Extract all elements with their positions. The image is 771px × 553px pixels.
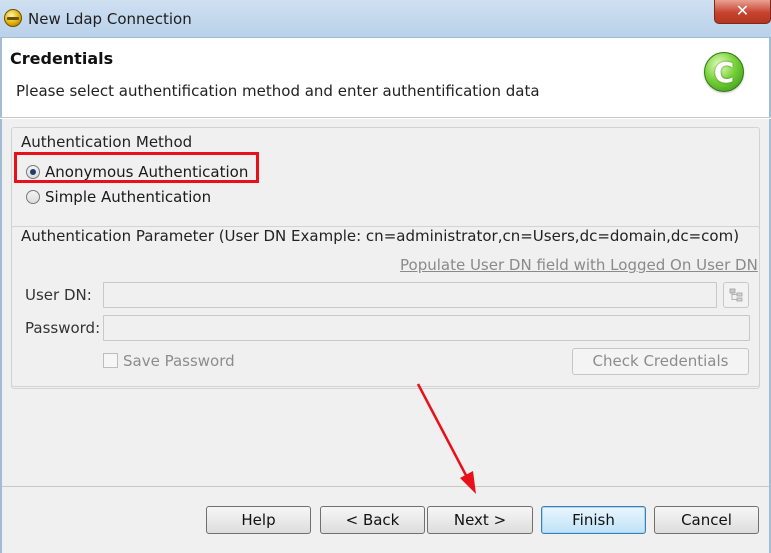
tree-browse-icon (729, 288, 743, 302)
password-field[interactable] (103, 315, 750, 341)
page-description: Please select authentification method an… (16, 82, 540, 100)
help-button[interactable]: Help (206, 506, 311, 534)
simple-auth-radio[interactable] (26, 190, 40, 204)
check-credentials-button[interactable]: Check Credentials (572, 348, 749, 375)
header-divider (0, 117, 771, 119)
user-dn-label: User DN: (25, 286, 92, 304)
close-button[interactable]: ✕ (714, 0, 771, 24)
credentials-logo-icon: C (704, 52, 744, 92)
logo-letter: C (713, 56, 735, 89)
button-bar-divider (2, 486, 769, 487)
save-password-label[interactable]: Save Password (123, 352, 235, 370)
cancel-button[interactable]: Cancel (654, 506, 759, 534)
populate-user-dn-link[interactable]: Populate User DN field with Logged On Us… (400, 256, 758, 274)
authentication-parameter-legend: Authentication Parameter (User DN Exampl… (19, 227, 742, 245)
browse-user-dn-button[interactable] (723, 282, 749, 308)
back-button[interactable]: < Back (320, 506, 425, 534)
highlight-annotation-box (14, 152, 259, 183)
next-button[interactable]: Next > (427, 506, 533, 534)
password-label: Password: (25, 319, 101, 337)
authentication-method-legend: Authentication Method (21, 133, 193, 151)
finish-button[interactable]: Finish (541, 506, 646, 534)
simple-auth-label[interactable]: Simple Authentication (45, 188, 211, 206)
annotation-arrow-shaft (416, 383, 471, 482)
save-password-checkbox[interactable] (103, 353, 118, 368)
window-border-left (0, 119, 2, 553)
title-bar: New Ldap Connection ✕ (0, 0, 771, 38)
annotation-arrow-head (460, 471, 476, 494)
page-title: Credentials (10, 49, 114, 68)
dialog-header: Credentials Please select authentificati… (0, 38, 771, 117)
window-title: New Ldap Connection (28, 10, 192, 28)
user-dn-field[interactable] (103, 282, 717, 308)
app-icon (4, 9, 22, 27)
